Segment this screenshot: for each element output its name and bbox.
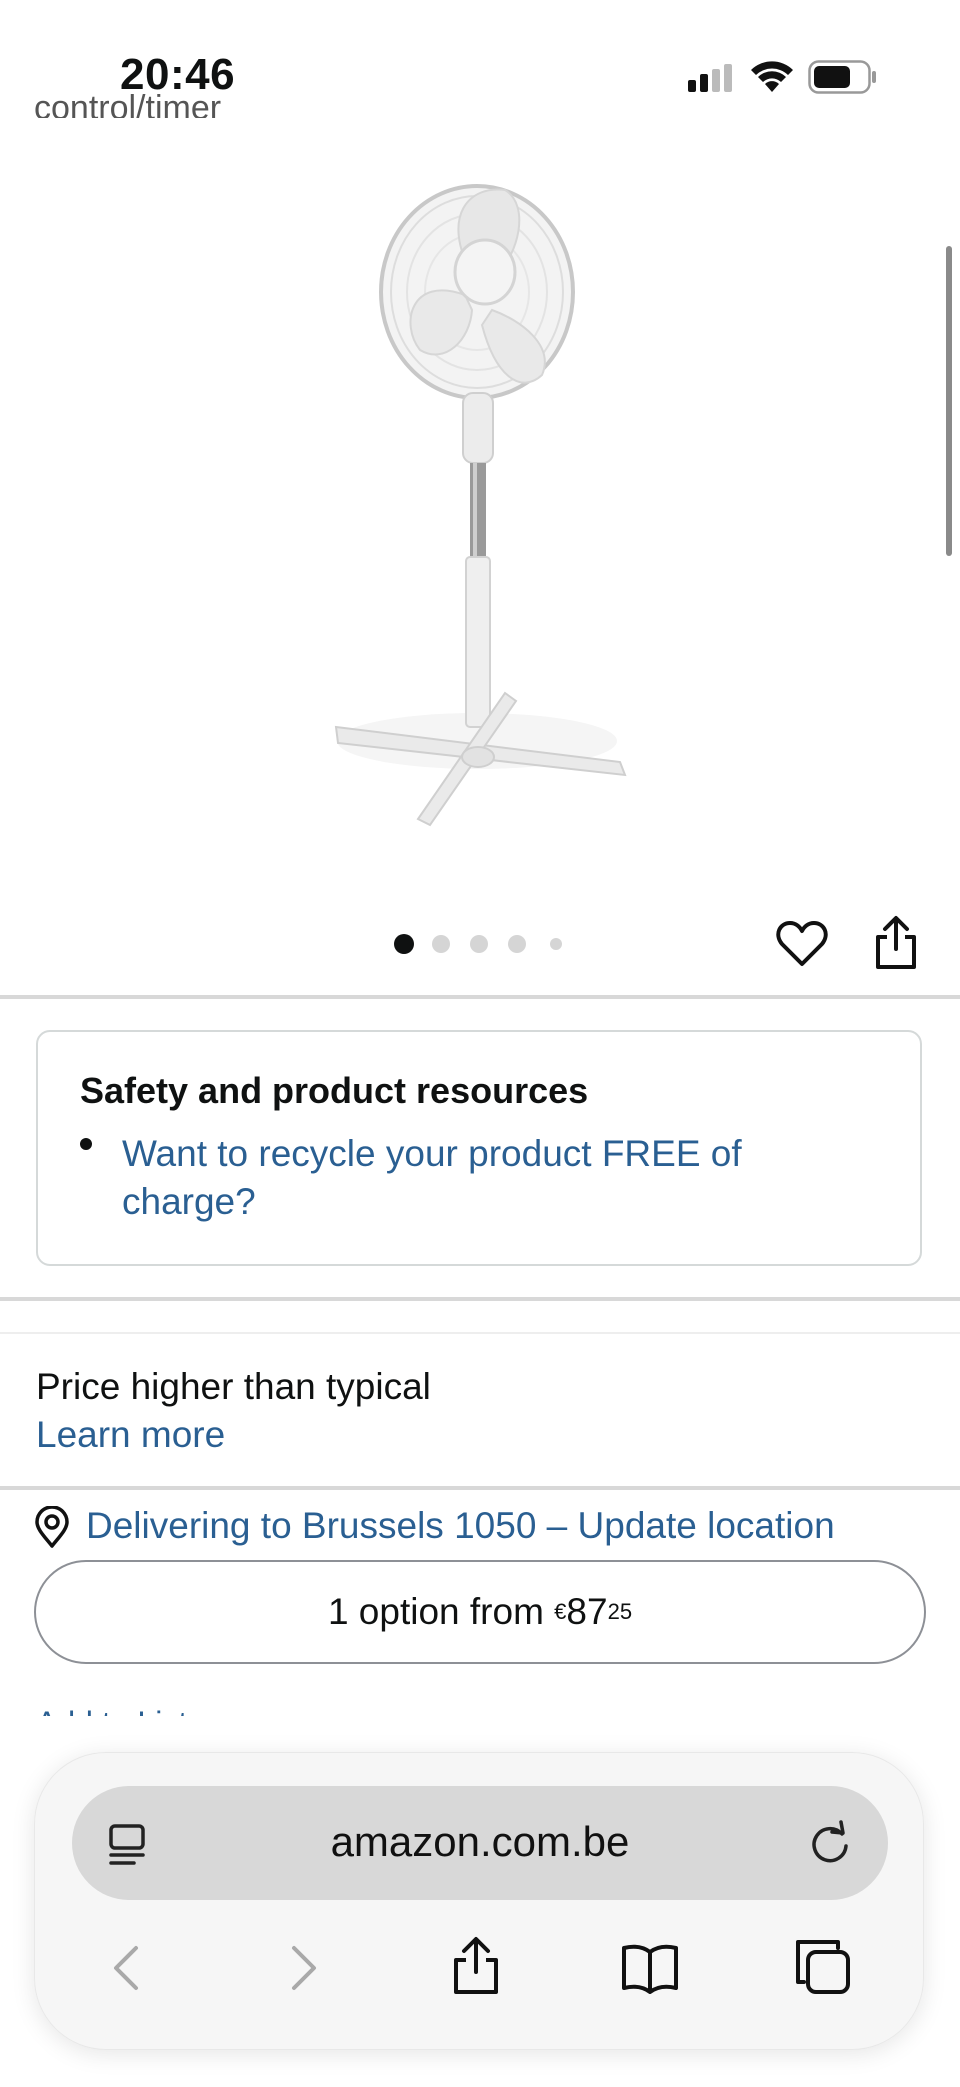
buying-options-button[interactable]: 1 option from €87 25 — [34, 1560, 926, 1664]
section-divider — [0, 1332, 960, 1334]
carousel-dot[interactable] — [508, 935, 526, 953]
tabs-icon[interactable] — [794, 1938, 854, 1996]
wifi-icon — [751, 61, 793, 92]
scrollbar-thumb[interactable] — [946, 246, 952, 556]
section-divider — [0, 995, 960, 999]
scrolled-feature-text: control/timer — [34, 89, 222, 118]
price-higher-note: Price higher than typical — [36, 1366, 431, 1407]
section-divider — [0, 1297, 960, 1301]
reload-icon[interactable] — [808, 1820, 852, 1866]
battery-icon — [808, 60, 876, 94]
carousel-dot[interactable] — [550, 938, 562, 950]
carousel-dot[interactable] — [432, 935, 450, 953]
learn-more-link[interactable]: Learn more — [36, 1414, 225, 1456]
location-pin-icon — [35, 1506, 69, 1548]
forward-icon[interactable] — [286, 1944, 322, 1992]
price-fraction: 25 — [607, 1599, 633, 1624]
page-menu-icon[interactable] — [108, 1823, 148, 1867]
price-whole: 87 — [566, 1591, 608, 1632]
heart-icon[interactable] — [776, 920, 828, 968]
product-image-stand-fan[interactable] — [320, 145, 640, 845]
safety-card-title: Safety and product resources — [80, 1070, 589, 1111]
url-text[interactable]: amazon.com.be — [200, 1818, 760, 1866]
bullet-point — [80, 1138, 92, 1150]
share-sheet-icon[interactable] — [450, 1936, 502, 1996]
recycle-product-link[interactable]: Want to recycle your product FREE of cha… — [122, 1130, 862, 1226]
share-icon[interactable] — [872, 915, 920, 971]
price-currency: € — [554, 1599, 567, 1624]
section-divider — [0, 1486, 960, 1490]
bookmarks-icon[interactable] — [620, 1942, 680, 1994]
cellular-signal-icon — [688, 64, 732, 92]
delivery-location-link[interactable]: Delivering to Brussels 1050 – Update loc… — [86, 1505, 835, 1547]
carousel-dot-active[interactable] — [394, 934, 414, 954]
carousel-dot[interactable] — [470, 935, 488, 953]
add-to-list-link[interactable]: Add to List — [36, 1700, 187, 1716]
safety-resources-card: Safety and product resources Want to rec… — [36, 1030, 922, 1266]
option-prefix: 1 option from — [327, 1591, 555, 1632]
back-icon[interactable] — [108, 1944, 144, 1992]
